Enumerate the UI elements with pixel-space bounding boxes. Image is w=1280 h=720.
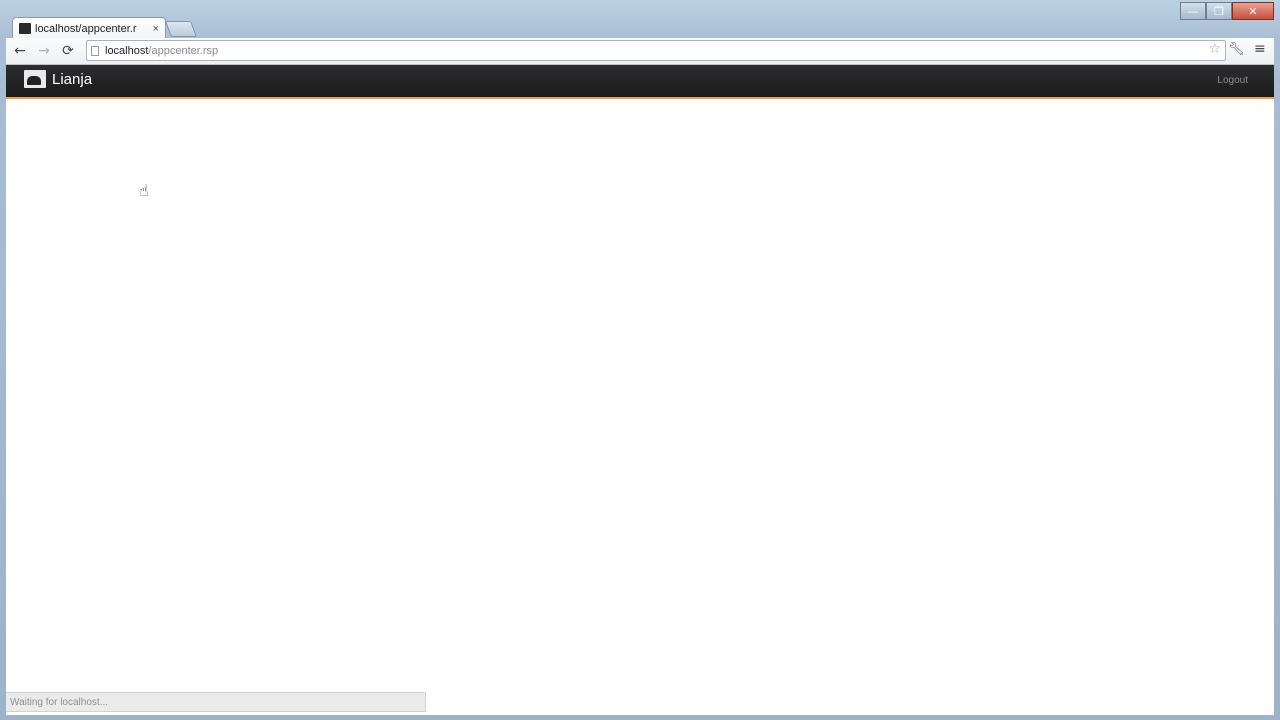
hand-pointer-cursor-icon: ☝ [139,181,149,200]
lianja-logo-icon [24,70,46,88]
forward-icon[interactable]: → [34,41,54,61]
address-bar[interactable]: localhost/appcenter.rsp ☆ [86,40,1226,61]
new-tab-button[interactable] [165,21,197,37]
back-icon[interactable]: ← [10,41,30,61]
status-bubble: Waiting for localhost... [6,692,426,712]
url-path: /appcenter.rsp [148,44,219,57]
favicon-icon [19,23,31,34]
url-host: localhost [105,44,149,57]
wrench-icon[interactable]: 🔧︎ [1228,42,1245,57]
browser-tab[interactable]: localhost/appcenter.r × [12,17,166,39]
brand[interactable]: Lianja [24,70,92,88]
brand-name: Lianja [52,70,93,88]
app-navbar: Lianja Logout [6,65,1274,99]
page-viewport: Lianja Logout ☝ [6,65,1274,715]
tab-title: localhost/appcenter.r [35,22,137,35]
close-window-button[interactable]: ✕ [1232,2,1274,20]
reload-icon[interactable]: ⟳ [58,41,78,61]
bookmark-star-icon[interactable]: ☆ [1208,41,1221,57]
menu-icon[interactable]: ≡ [1254,41,1266,57]
logout-link[interactable]: Logout [1217,75,1248,86]
browser-toolbar: ← → ⟳ localhost/appcenter.rsp ☆ 🔧︎ ≡ [6,38,1274,65]
page-icon [91,45,99,56]
minimize-button[interactable]: — [1180,2,1206,20]
browser-window: — ❐ ✕ localhost/appcenter.r × ← → ⟳ loca… [0,0,1280,720]
maximize-button[interactable]: ❐ [1206,2,1232,20]
tab-close-icon[interactable]: × [153,23,159,35]
window-controls: — ❐ ✕ [1180,2,1274,20]
